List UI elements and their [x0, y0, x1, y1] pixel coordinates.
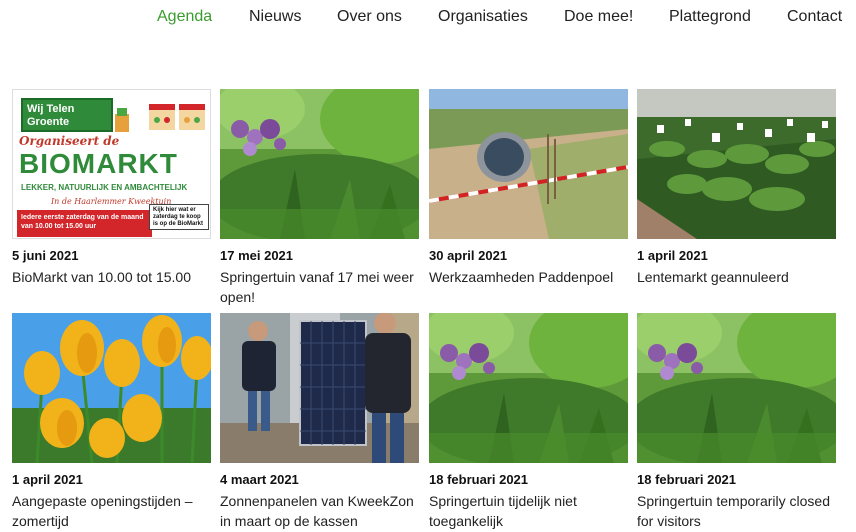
- post-title-link[interactable]: BioMarkt van 10.00 tot 15.00: [12, 267, 211, 287]
- post-title-link[interactable]: Springertuin temporarily closed for visi…: [637, 491, 836, 531]
- post-card[interactable]: 30 april 2021 Werkzaamheden Paddenpoel: [429, 89, 628, 287]
- poster-organiseert: Organiseert de: [19, 134, 120, 148]
- market-stalls-illustration: [115, 104, 205, 132]
- post-date: 1 april 2021: [12, 472, 83, 487]
- post-image-garden[interactable]: [637, 313, 836, 463]
- post-card[interactable]: Wij Telen Groente Organiseert de BIOMARK…: [12, 89, 211, 287]
- post-image-tulips[interactable]: [12, 313, 211, 463]
- post-card[interactable]: 18 februari 2021 Springertuin temporaril…: [637, 313, 836, 531]
- post-image-construction[interactable]: [429, 89, 628, 239]
- nav-item-organisaties[interactable]: Organisaties: [438, 8, 528, 26]
- post-card[interactable]: 1 april 2021 Lentemarkt geannuleerd: [637, 89, 836, 287]
- post-image-solar-panel[interactable]: [220, 313, 419, 463]
- post-date: 5 juni 2021: [12, 248, 79, 263]
- post-image-garden[interactable]: [220, 89, 419, 239]
- post-date: 4 maart 2021: [220, 472, 299, 487]
- post-card[interactable]: 18 februari 2021 Springertuin tijdelijk …: [429, 313, 628, 531]
- post-date: 17 mei 2021: [220, 248, 294, 263]
- nav-item-doe-mee[interactable]: Doe mee!: [564, 8, 633, 26]
- post-image-garden[interactable]: [429, 313, 628, 463]
- post-title-link[interactable]: Werkzaamheden Paddenpoel: [429, 267, 628, 287]
- post-date: 18 februari 2021: [429, 472, 529, 487]
- nav-item-over-ons[interactable]: Over ons: [337, 8, 402, 26]
- post-title-link[interactable]: Lentemarkt geannuleerd: [637, 267, 836, 287]
- main-nav: Agenda Nieuws Over ons Organisaties Doe …: [0, 0, 856, 36]
- nav-item-nieuws[interactable]: Nieuws: [249, 8, 301, 26]
- post-title-link[interactable]: Springertuin tijdelijk niet toegankelijk: [429, 491, 628, 531]
- post-date: 1 april 2021: [637, 248, 708, 263]
- post-title-link[interactable]: Aangepaste openingstijden – zomertijd: [12, 491, 211, 531]
- post-image-biomarkt-poster[interactable]: Wij Telen Groente Organiseert de BIOMARK…: [12, 89, 211, 239]
- nav-item-agenda[interactable]: Agenda: [157, 8, 212, 26]
- post-card[interactable]: 1 april 2021 Aangepaste openingstijden –…: [12, 313, 211, 531]
- nav-item-contact[interactable]: Contact: [787, 8, 842, 26]
- poster-schedule: Iedere eerste zaterdag van de maand van …: [17, 210, 152, 237]
- post-title-link[interactable]: Springertuin vanaf 17 mei weer open!: [220, 267, 419, 307]
- post-card[interactable]: 17 mei 2021 Springertuin vanaf 17 mei we…: [220, 89, 419, 307]
- nav-item-plattegrond[interactable]: Plattegrond: [669, 8, 751, 26]
- post-card[interactable]: 4 maart 2021 Zonnenpanelen van KweekZon …: [220, 313, 419, 531]
- post-date: 30 april 2021: [429, 248, 508, 263]
- poster-note: Kijk hier wat er zaterdag te koop is op …: [149, 204, 209, 230]
- poster-headline: BIOMARKT: [19, 148, 178, 179]
- post-date: 18 februari 2021: [637, 472, 737, 487]
- post-image-greenhouse-plants[interactable]: [637, 89, 836, 239]
- poster-tagline: LEKKER, NATUURLIJK EN AMBACHTELIJK: [21, 183, 188, 192]
- post-title-link[interactable]: Zonnenpanelen van KweekZon in maart op d…: [220, 491, 419, 531]
- poster-brand: Wij Telen Groente: [21, 98, 113, 132]
